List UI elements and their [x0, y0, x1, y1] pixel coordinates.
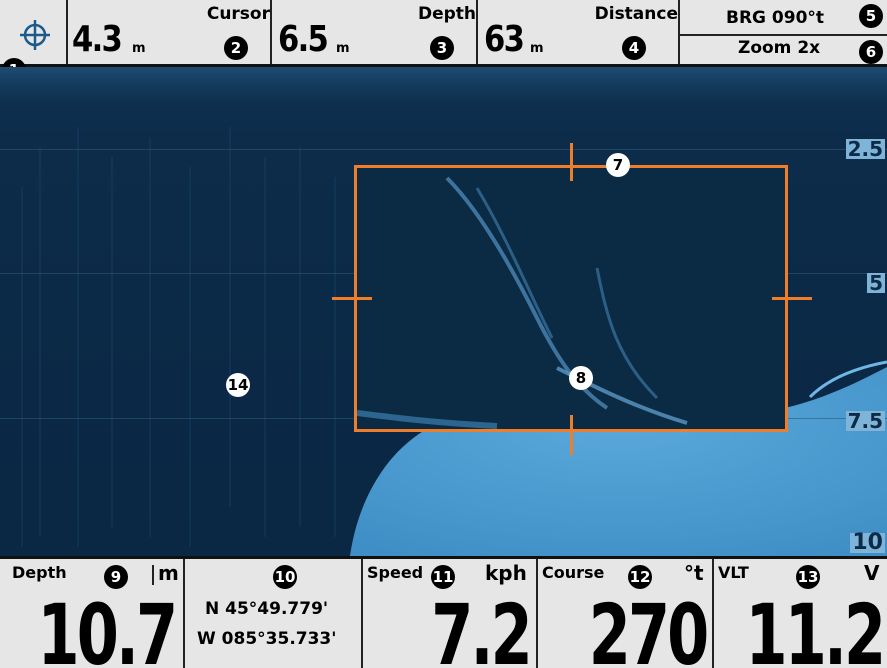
cursor-readout: 4.3 m Cursor 2 — [66, 0, 272, 64]
depth-readout: 6.5 m Depth 3 — [270, 0, 478, 64]
position-box: 10 N 45°49.779' W 085°35.733' — [183, 559, 363, 668]
cursor-label: Cursor — [206, 4, 270, 24]
zoom-preview-box[interactable]: 8 — [354, 165, 788, 432]
depth-label: Depth — [417, 4, 476, 24]
callout-badge: 7 — [606, 153, 630, 177]
unit-divider — [152, 565, 154, 585]
depth-box-label: Depth — [12, 563, 67, 582]
course-box: Course 12 °t 270 — [536, 559, 714, 668]
distance-label: Distance — [594, 4, 678, 24]
zoom-level: Zoom 2x — [738, 38, 821, 58]
callout-badge: 10 — [273, 565, 297, 589]
bearing-readout: BRG 090°t — [726, 8, 825, 28]
callout-badge: 8 — [569, 366, 593, 390]
voltage-value: 11.2 — [745, 586, 886, 668]
depth-scale-tick: 7.5 — [845, 409, 885, 433]
voltage-label: VLT — [718, 563, 749, 582]
course-value: 270 — [588, 586, 708, 668]
cursor-depth-unit: m — [132, 41, 146, 56]
depth-gridline — [0, 149, 887, 150]
speed-label: Speed — [367, 563, 424, 582]
zoomed-returns — [357, 176, 688, 429]
depth-scale-tick: 2.5 — [845, 137, 885, 161]
cursor-depth-value: 4.3 — [72, 19, 123, 60]
depth-scale-tick: 5 — [867, 271, 885, 295]
callout-badge: 3 — [430, 36, 454, 60]
callout-badge: 2 — [224, 36, 248, 60]
sonar-view[interactable]: 2.5 5 7.5 10 8 7 14 — [0, 67, 887, 556]
callout-badge: 4 — [622, 36, 646, 60]
voltage-box: VLT 13 V 11.2 — [712, 559, 887, 668]
speed-value: 7.2 — [431, 586, 532, 668]
longitude: W 085°35.733' — [197, 629, 337, 649]
top-info-bar: 1 4.3 m Cursor 2 6.5 m Depth 3 63 m Dist… — [0, 0, 887, 82]
voltage-unit: V — [864, 561, 880, 585]
distance-unit: m — [530, 41, 544, 56]
distance-readout: 63 m Distance 4 — [476, 0, 680, 64]
bottom-data-bar: Depth 9 m 10.7 10 N 45°49.779' W 085°35.… — [0, 556, 887, 668]
callout-badge: 5 — [859, 4, 883, 28]
depth-unit: m — [336, 41, 350, 56]
bearing-row: BRG 090°t 5 — [680, 0, 887, 36]
cursor-depth-reading: 6.5 — [278, 19, 329, 60]
zoom-box-right-tick — [772, 297, 812, 300]
depth-box-value: 10.7 — [37, 586, 178, 668]
course-unit: °t — [684, 561, 704, 585]
depth-box: Depth 9 m 10.7 — [0, 559, 183, 668]
crosshair-icon — [20, 20, 50, 50]
sonar-screen: 1 4.3 m Cursor 2 6.5 m Depth 3 63 m Dist… — [0, 0, 887, 668]
distance-value: 63 — [484, 19, 525, 60]
callout-badge: 6 — [859, 40, 883, 64]
latitude: N 45°49.779' — [205, 599, 329, 619]
cursor-mode-button[interactable]: 1 — [0, 0, 66, 82]
zoom-box-top-tick — [570, 143, 573, 181]
course-label: Course — [542, 563, 605, 582]
bearing-zoom-cell: BRG 090°t 5 Zoom 2x 6 — [678, 0, 887, 64]
depth-scale-tick: 10 — [850, 530, 885, 555]
speed-box: Speed 11 kph 7.2 — [361, 559, 538, 668]
callout-badge: 14 — [226, 373, 250, 397]
zoom-box-bottom-tick — [570, 415, 573, 455]
depth-box-unit: m — [158, 561, 179, 585]
speed-unit: kph — [485, 561, 527, 585]
zoom-box-left-tick — [332, 297, 372, 300]
